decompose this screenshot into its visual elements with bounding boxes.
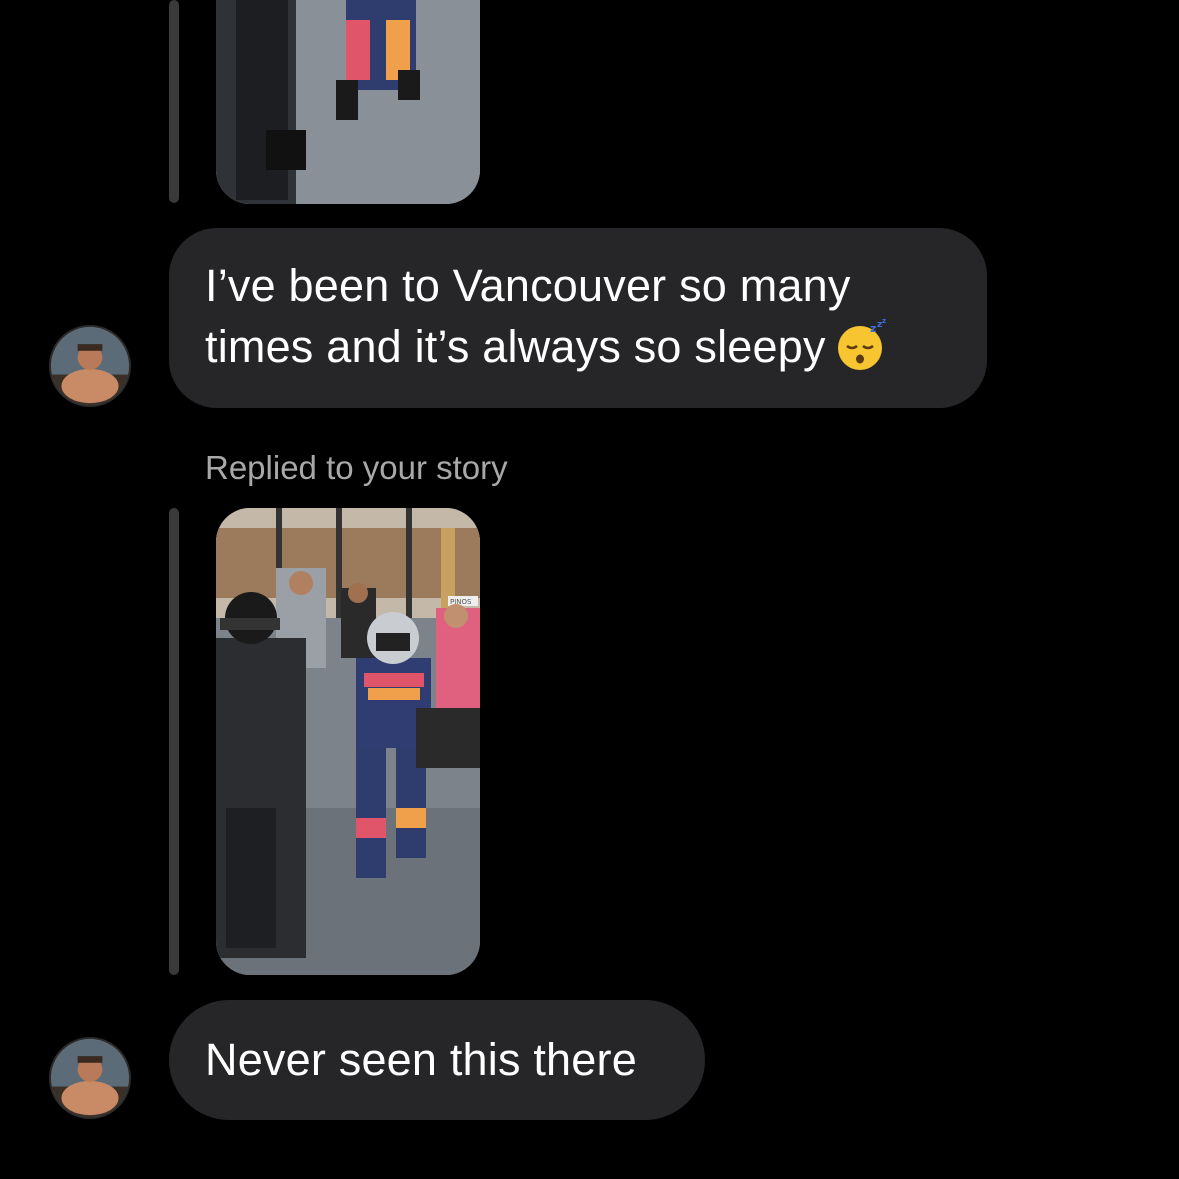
story-image: PINOS <box>216 508 480 975</box>
message-bubble[interactable]: Never seen this there <box>169 1000 705 1120</box>
sleeping-face-icon: z z z <box>834 316 890 372</box>
reply-indicator-bar <box>169 508 179 975</box>
message-text: times and it’s always so sleepy <box>205 321 826 372</box>
avatar[interactable] <box>49 325 131 407</box>
story-image <box>216 0 480 204</box>
reply-indicator-bar <box>169 0 179 203</box>
story-thumbnail-top[interactable] <box>216 0 480 204</box>
message-text-line: times and it’s always so sleepy z z z <box>205 316 951 377</box>
message-text: Never seen this there <box>205 1034 637 1085</box>
message-text-line: I’ve been to Vancouver so many <box>205 260 851 311</box>
svg-text:z: z <box>870 322 877 335</box>
story-thumbnail[interactable]: PINOS <box>216 508 480 975</box>
avatar[interactable] <box>49 1037 131 1119</box>
message-bubble[interactable]: I’ve been to Vancouver so many times and… <box>169 228 987 408</box>
story-reply-label: Replied to your story <box>205 449 508 486</box>
svg-text:z: z <box>882 317 886 325</box>
